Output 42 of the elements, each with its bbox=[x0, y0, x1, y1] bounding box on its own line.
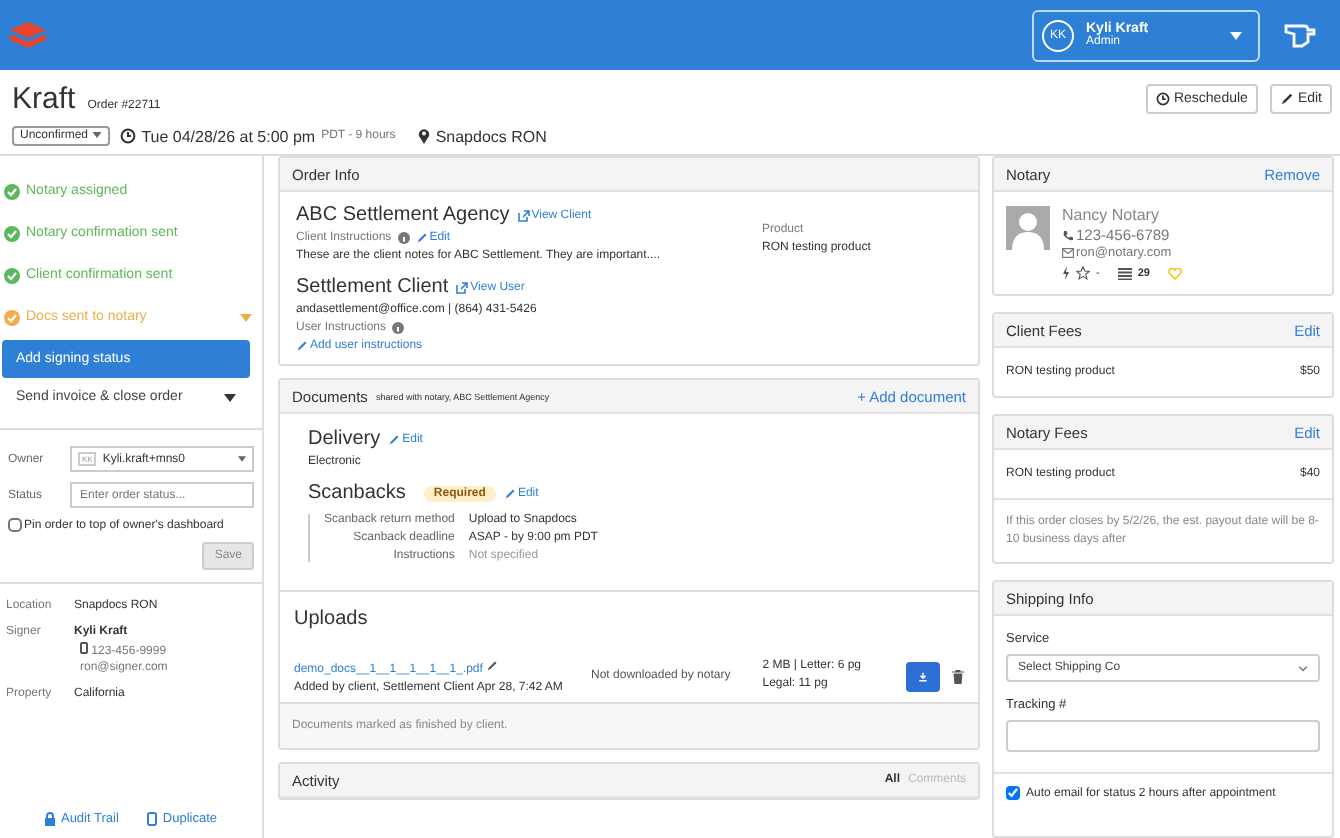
pin-checkbox[interactable] bbox=[8, 518, 22, 532]
phone-icon bbox=[1062, 229, 1074, 241]
user-name-heading: Settlement Client bbox=[296, 276, 449, 298]
location-text: Snapdocs RON bbox=[435, 127, 547, 145]
lightning-icon bbox=[1062, 266, 1070, 280]
caret-icon bbox=[91, 132, 102, 138]
pencil-icon bbox=[486, 659, 499, 671]
avatar-silhouette-icon bbox=[1006, 206, 1050, 250]
info-icon bbox=[392, 322, 405, 334]
client-name: ABC Settlement Agency bbox=[296, 204, 510, 226]
auto-email-checkbox[interactable] bbox=[1006, 786, 1020, 801]
caret-icon bbox=[238, 456, 246, 462]
appointment-time: Tue 04/28/26 at 5:00 pm bbox=[141, 127, 316, 145]
clock-icon bbox=[119, 128, 136, 144]
info-icon bbox=[397, 232, 410, 244]
lock-icon bbox=[44, 812, 57, 826]
uploads-heading: Uploads bbox=[294, 608, 370, 630]
list-icon bbox=[1117, 267, 1132, 279]
caret-icon bbox=[1230, 31, 1242, 39]
external-link-icon bbox=[456, 281, 469, 293]
notary-name: Nancy Notary bbox=[1062, 206, 1161, 224]
star-icon bbox=[1076, 266, 1090, 280]
phone-icon bbox=[80, 642, 88, 654]
location-pin-icon bbox=[417, 128, 430, 144]
pencil-icon bbox=[388, 433, 401, 445]
clock-icon bbox=[1155, 92, 1170, 106]
tracking-input[interactable] bbox=[1006, 720, 1320, 753]
envelope-icon bbox=[1062, 248, 1074, 258]
external-link-icon bbox=[517, 209, 530, 221]
download-button[interactable] bbox=[906, 661, 941, 691]
heart-icon bbox=[1167, 267, 1182, 279]
caret-icon bbox=[224, 393, 236, 401]
scanbacks-heading: Scanbacks bbox=[308, 482, 406, 504]
pencil-icon bbox=[415, 232, 428, 244]
download-icon bbox=[918, 669, 929, 683]
delivery-heading: Delivery bbox=[308, 428, 381, 450]
order-title: Kraft bbox=[12, 82, 76, 116]
trash-icon[interactable] bbox=[952, 669, 965, 683]
pencil-icon bbox=[1279, 92, 1294, 106]
pencil-icon bbox=[296, 340, 308, 352]
pencil-icon bbox=[503, 487, 516, 499]
chevron-down-icon bbox=[1298, 665, 1308, 672]
